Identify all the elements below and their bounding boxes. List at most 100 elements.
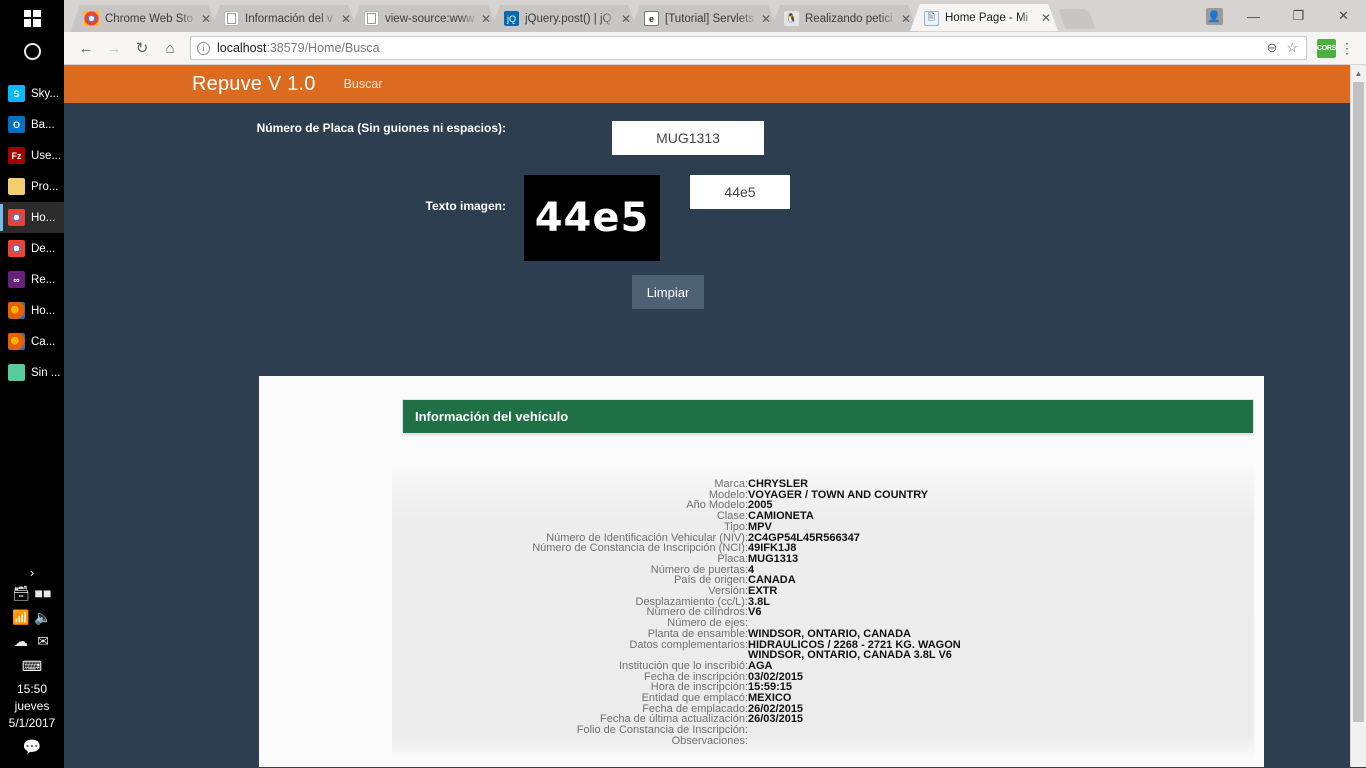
- browser-toolbar: ← → ↻ ⌂ i localhost:38579/Home/Busca ⊖ ☆…: [64, 32, 1366, 65]
- table-row: Versión: EXTR: [392, 586, 1254, 597]
- maximize-button[interactable]: ❐: [1276, 0, 1321, 32]
- action-center-icon[interactable]: 💬: [0, 738, 64, 764]
- nav-link-buscar[interactable]: Buscar: [344, 77, 383, 91]
- taskbar-item-visual-studio[interactable]: ∞ Re...: [0, 264, 64, 295]
- reload-button[interactable]: ↻: [128, 34, 156, 62]
- tab-close-icon[interactable]: ✕: [1038, 11, 1054, 25]
- volume-icon[interactable]: 🔈: [34, 610, 51, 624]
- info-circle-icon[interactable]: i: [197, 41, 210, 55]
- database-icon[interactable]: 🗃: [12, 586, 30, 600]
- windows-taskbar: S Sky... O Ba... Fz Use... Pro... Ho... …: [0, 0, 64, 768]
- field-value: CANADA: [748, 574, 796, 587]
- chrome-icon: [8, 240, 25, 257]
- wifi-icon[interactable]: 📶: [12, 610, 29, 624]
- taskbar-item-firefox-2[interactable]: Ca...: [0, 326, 64, 357]
- field-label: Número de Constancia de Inscripción (NCI…: [532, 542, 748, 555]
- taskbar-item-label: Sky...: [31, 87, 59, 100]
- taskbar-item-skype[interactable]: S Sky...: [0, 78, 64, 109]
- paint-icon: [8, 364, 25, 381]
- forward-button[interactable]: →: [100, 34, 128, 62]
- keyboard-icon[interactable]: ⌨: [0, 652, 64, 677]
- vehicle-info-body: Marca: CHRYSLER Modelo: VOYAGER / TOWN AND …: [392, 457, 1254, 759]
- placa-input[interactable]: MUG1313: [612, 121, 764, 155]
- taskbar-item-chrome-active[interactable]: Ho...: [0, 202, 64, 233]
- tab-informacion-del-vehiculo[interactable]: Información del v ✕: [210, 5, 358, 32]
- table-row: Hora de inscripción: 15:59:15: [392, 682, 1254, 693]
- cortana-button[interactable]: [0, 36, 64, 66]
- show-hidden-icons-button[interactable]: ›: [0, 561, 64, 586]
- taskbar-item-outlook[interactable]: O Ba...: [0, 109, 64, 140]
- tab-close-icon[interactable]: ✕: [898, 12, 914, 26]
- taskbar-app-list: S Sky... O Ba... Fz Use... Pro... Ho... …: [0, 78, 64, 388]
- field-value: 26/02/2015: [748, 702, 804, 715]
- close-window-button[interactable]: ✕: [1321, 0, 1366, 32]
- clock[interactable]: 15:50 jueves 5/1/2017: [0, 677, 64, 738]
- table-row: Observaciones:: [392, 736, 1254, 747]
- table-row: Clase: CAMIONETA: [392, 511, 1254, 522]
- tab-home-page[interactable]: 🖹 Home Page - Mi ✕: [910, 4, 1058, 31]
- field-label: Clase:: [716, 510, 748, 523]
- field-value: AGA: [748, 659, 773, 672]
- field-label: Marca:: [714, 478, 748, 490]
- address-bar[interactable]: i localhost:38579/Home/Busca ⊖ ☆: [190, 36, 1307, 60]
- home-button[interactable]: ⌂: [156, 34, 184, 62]
- tab-tutorial-servlets[interactable]: e [Tutorial] Servlets ✕: [630, 5, 778, 32]
- onedrive-icon[interactable]: ☁: [14, 634, 28, 648]
- site-brand[interactable]: Repuve V 1.0: [192, 73, 316, 96]
- taskbar-item-label: De...: [31, 242, 56, 255]
- taskbar-item-label: Ca...: [31, 335, 56, 348]
- field-value: 03/02/2015: [748, 670, 804, 683]
- profile-avatar-button[interactable]: 👤: [1197, 0, 1231, 32]
- battery-icon[interactable]: ■■: [35, 586, 52, 600]
- cors-extension-button[interactable]: CORS: [1317, 38, 1336, 58]
- tab-title: Realizando petici: [805, 12, 893, 25]
- taskbar-item-label: Ho...: [31, 304, 56, 317]
- tab-view-source[interactable]: view-source:www ✕: [350, 5, 498, 32]
- field-value: [748, 725, 1254, 736]
- field-value: 49IFK1J8: [748, 542, 797, 555]
- field-value: 2005: [748, 499, 773, 512]
- tab-close-icon[interactable]: ✕: [618, 12, 634, 26]
- start-button[interactable]: [0, 0, 64, 36]
- tab-title: [Tutorial] Servlets: [665, 12, 755, 25]
- tab-close-icon[interactable]: ✕: [758, 12, 774, 26]
- outlook-icon[interactable]: ✉: [37, 634, 49, 648]
- tab-close-icon[interactable]: ✕: [338, 12, 354, 26]
- windows-logo-icon: [23, 9, 41, 27]
- captcha-input[interactable]: 44e5: [690, 175, 790, 209]
- zoom-icon[interactable]: ⊖: [1266, 40, 1277, 56]
- taskbar-item-folder[interactable]: Pro...: [0, 171, 64, 202]
- taskbar-item-paint[interactable]: Sin ...: [0, 357, 64, 388]
- tab-jquery-post[interactable]: jQ jQuery.post() | jQ ✕: [490, 5, 638, 32]
- taskbar-item-chrome-2[interactable]: De...: [0, 233, 64, 264]
- scroll-up-arrow-icon[interactable]: ▲: [1351, 65, 1366, 81]
- table-row: Datos complementarios: HIDRAULICOS / 2268…: [392, 639, 1254, 661]
- taskbar-item-label: Ho...: [31, 211, 56, 224]
- new-tab-button[interactable]: [1058, 9, 1096, 29]
- chrome-menu-icon[interactable]: ⋮: [1336, 41, 1358, 55]
- taskbar-item-firefox-1[interactable]: Ho...: [0, 295, 64, 326]
- vehicle-info-header: Información del vehículo: [402, 399, 1254, 434]
- bookmark-star-icon[interactable]: ☆: [1286, 40, 1298, 56]
- field-value: 4: [748, 563, 755, 576]
- tab-realizando-peticiones[interactable]: 🐧 Realizando petici ✕: [770, 5, 918, 32]
- tab-close-icon[interactable]: ✕: [198, 12, 214, 26]
- back-button[interactable]: ←: [72, 34, 100, 62]
- minimize-button[interactable]: —: [1231, 0, 1276, 32]
- actions-row: Limpiar: [64, 261, 1350, 309]
- outlook-icon: O: [8, 116, 25, 133]
- field-label: Año Modelo:: [686, 499, 748, 512]
- taskbar-item-label: Pro...: [31, 180, 59, 193]
- tab-title: Información del v: [245, 12, 333, 25]
- url-host: localhost: [217, 41, 267, 55]
- tab-chrome-web-store[interactable]: Chrome Web Sto ✕: [70, 5, 218, 32]
- field-value: MUG1313: [748, 552, 799, 565]
- taskbar-item-filezilla[interactable]: Fz Use...: [0, 140, 64, 171]
- scrollbar-thumb[interactable]: [1353, 82, 1364, 722]
- document-icon: 🖹: [924, 10, 939, 26]
- table-row: Modelo: VOYAGER / TOWN AND COUNTRY: [392, 489, 1254, 501]
- clear-button[interactable]: Limpiar: [632, 275, 704, 309]
- tab-title: view-source:www: [385, 12, 475, 25]
- tab-close-icon[interactable]: ✕: [478, 12, 494, 26]
- page-scrollbar[interactable]: ▲: [1350, 65, 1366, 767]
